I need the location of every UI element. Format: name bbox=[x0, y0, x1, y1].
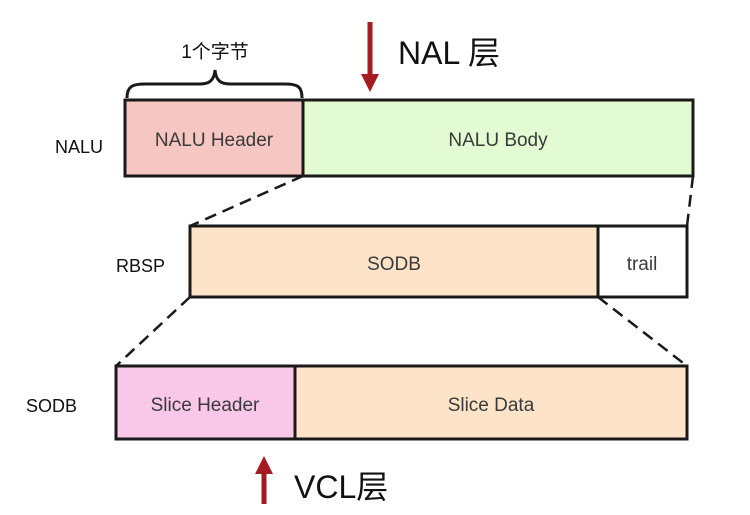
vcl-layer-label: VCL层 bbox=[294, 469, 388, 505]
byte-brace bbox=[125, 69, 304, 99]
expand-line-nalu-right bbox=[685, 175, 695, 227]
rbsp-sodb-label: SODB bbox=[367, 254, 421, 275]
expand-line-sodb-left bbox=[115, 296, 191, 367]
byte-brace-label: 1个字节 bbox=[181, 41, 249, 63]
sodb-row-label: SODB bbox=[26, 396, 77, 416]
vcl-arrow-head bbox=[255, 456, 273, 474]
vcl-layer-arrow bbox=[255, 456, 273, 504]
nalu-header-label: NALU Header bbox=[155, 130, 274, 151]
rbsp-trail-label: trail bbox=[627, 254, 658, 275]
nalu-structure-diagram: NAL 层 1个字节 NALU NALU Header NALU Body RB… bbox=[26, 22, 695, 505]
slice-data-label: Slice Data bbox=[448, 395, 535, 416]
expand-line-sodb-right bbox=[597, 296, 688, 367]
expand-line-nalu-left bbox=[189, 174, 304, 228]
nal-layer-label: NAL 层 bbox=[398, 35, 500, 71]
nalu-row-label: NALU bbox=[55, 137, 103, 157]
nalu-body-label: NALU Body bbox=[448, 130, 548, 151]
nal-arrow-head bbox=[361, 74, 379, 92]
slice-header-label: Slice Header bbox=[151, 395, 260, 416]
nal-layer-arrow bbox=[361, 22, 379, 92]
rbsp-row-label: RBSP bbox=[116, 256, 165, 276]
